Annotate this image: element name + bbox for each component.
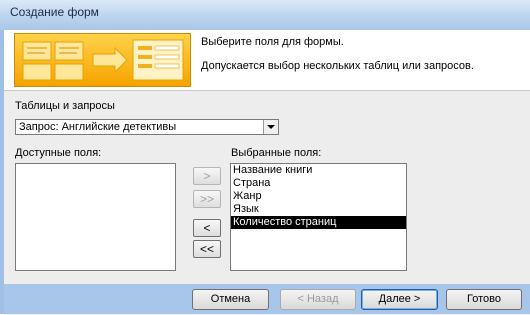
list-item[interactable]: Жанр — [231, 190, 406, 203]
cancel-button[interactable]: Отмена — [192, 289, 269, 310]
window-title: Создание форм — [10, 5, 99, 19]
field-selection-panel: Таблицы и запросы Запрос: Английские дет… — [4, 90, 530, 315]
source-combobox[interactable]: Запрос: Английские детективы — [15, 119, 279, 135]
list-item-selected[interactable]: Количество страниц — [231, 216, 406, 229]
title-bar[interactable]: Создание форм — [0, 0, 530, 30]
instruction-text: Выберите поля для формы. — [201, 36, 344, 48]
chevron-down-icon[interactable] — [263, 120, 278, 134]
back-button[interactable]: < Назад — [280, 289, 356, 310]
available-fields-label: Доступные поля: — [15, 147, 102, 159]
source-label: Таблицы и запросы — [15, 100, 115, 112]
remove-all-fields-button[interactable]: << — [193, 240, 221, 258]
add-all-fields-button[interactable]: >> — [193, 190, 221, 208]
remove-field-button[interactable]: < — [193, 219, 221, 237]
add-field-button[interactable]: > — [193, 167, 221, 185]
source-combobox-value: Запрос: Английские детективы — [19, 121, 177, 133]
available-fields-list[interactable] — [15, 163, 176, 271]
wizard-header: Выберите поля для формы. Допускается выб… — [4, 30, 530, 88]
selected-fields-label: Выбранные поля: — [231, 147, 322, 159]
list-item[interactable]: Название книги — [231, 164, 406, 177]
list-item[interactable]: Язык — [231, 203, 406, 216]
finish-button[interactable]: Готово — [446, 289, 522, 310]
wizard-button-bar: Отмена < Назад Далее > Готово — [4, 284, 530, 314]
wizard-window: Создание форм Выберите поля для формы. Д… — [0, 0, 530, 315]
selected-fields-list[interactable]: Название книги Страна Жанр Язык Количест… — [230, 163, 407, 271]
hint-text: Допускается выбор нескольких таблиц или … — [201, 60, 474, 72]
wizard-client: Выберите поля для формы. Допускается выб… — [4, 30, 530, 315]
list-item[interactable]: Страна — [231, 177, 406, 190]
form-wizard-illustration — [14, 33, 191, 87]
next-button[interactable]: Далее > — [361, 289, 438, 310]
